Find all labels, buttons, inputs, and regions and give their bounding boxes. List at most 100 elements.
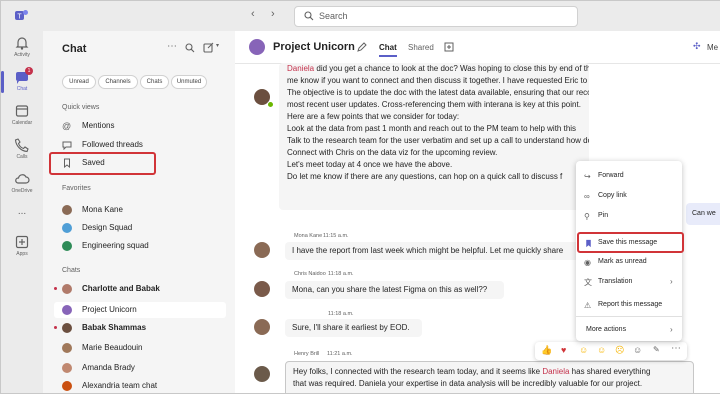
- bell-icon: [15, 37, 29, 50]
- warning-icon: ⚠: [584, 301, 592, 310]
- avatar: [254, 319, 270, 335]
- quick-view-followed-threads[interactable]: Followed threads: [54, 137, 226, 153]
- edit-icon[interactable]: ✎: [653, 345, 660, 354]
- rail-label: Calls: [16, 154, 28, 160]
- add-reaction-icon[interactable]: ☺: [633, 345, 642, 355]
- back-icon[interactable]: ‹: [251, 8, 255, 20]
- rail-label: Activity: [14, 52, 30, 58]
- search-icon: [304, 11, 314, 21]
- chat-babak-shammas[interactable]: Babak Shammas: [54, 320, 226, 336]
- translate-icon: 文: [584, 278, 592, 287]
- message-line: Look at the data from past 1 month and r…: [287, 124, 577, 133]
- avatar: [254, 242, 270, 258]
- message-bubble[interactable]: Hey folks, I connected with the research…: [285, 361, 694, 393]
- thread-icon: [62, 141, 72, 150]
- menu-item-mark-unread[interactable]: ◉ Mark as unread: [576, 253, 682, 271]
- pin-icon: ⚲: [584, 212, 590, 221]
- add-tab-icon[interactable]: [444, 42, 454, 52]
- search-input[interactable]: Search: [294, 6, 578, 27]
- menu-item-forward[interactable]: ↪ Forward: [576, 167, 682, 185]
- mention[interactable]: Daniela: [542, 367, 569, 376]
- more-icon: ...: [17, 206, 27, 217]
- tab-chat[interactable]: Chat: [379, 43, 397, 57]
- avatar: [62, 343, 72, 353]
- filter-search-icon[interactable]: [185, 43, 195, 53]
- message-time: 11:21 a.m.: [327, 351, 353, 357]
- chat-list-title: Chat: [62, 43, 87, 55]
- teams-window: T ‹ › Search Activity 1 Chat Calendar Ca…: [0, 0, 720, 394]
- forward-icon[interactable]: ›: [271, 8, 275, 20]
- message-bubble[interactable]: Daniela did you get a chance to look at …: [279, 63, 589, 210]
- chat-list-pane: Chat ⋯ ▾ Unread Channels Chats Unmuted Q…: [44, 31, 234, 393]
- message-time: 11:18 a.m.: [328, 311, 354, 317]
- filter-channels[interactable]: Channels: [98, 75, 138, 89]
- message-time: 11:18 a.m.: [328, 271, 354, 277]
- app-rail: Activity 1 Chat Calendar Calls OneDrive …: [1, 31, 43, 393]
- chat-project-unicorn[interactable]: Project Unicorn: [54, 302, 226, 318]
- title-bar: T ‹ › Search: [1, 1, 720, 31]
- menu-item-translation[interactable]: 文 Translation ›: [576, 273, 682, 291]
- chat-marie-beaudouin[interactable]: Marie Beaudouin: [54, 340, 226, 356]
- chat-amanda-brady[interactable]: Amanda Brady: [54, 360, 226, 376]
- rail-chat[interactable]: 1 Chat: [1, 67, 43, 103]
- sad-icon[interactable]: ☹: [615, 345, 624, 356]
- more-options-icon[interactable]: ⋯: [167, 41, 177, 52]
- rail-apps[interactable]: Apps: [1, 234, 43, 268]
- item-label: Followed threads: [82, 140, 143, 149]
- filter-unread[interactable]: Unread: [62, 75, 96, 89]
- header-right-label[interactable]: Me: [707, 43, 718, 52]
- avatar: [62, 305, 72, 315]
- edit-icon[interactable]: [357, 42, 367, 52]
- avatar: [62, 284, 72, 294]
- menu-item-more-actions[interactable]: More actions ›: [576, 321, 682, 339]
- calendar-icon: [15, 105, 29, 117]
- message-bubble[interactable]: Mona, can you share the latest Figma on …: [285, 281, 504, 299]
- chevron-down-icon[interactable]: ▾: [216, 42, 219, 49]
- cloud-icon: [15, 174, 30, 184]
- favorite-engineering-squad[interactable]: Engineering squad: [54, 238, 226, 254]
- unread-icon: ◉: [584, 258, 591, 267]
- conversation-header: Project Unicorn Chat Shared ✣ Me: [235, 31, 720, 64]
- filter-chats[interactable]: Chats: [140, 75, 169, 89]
- copilot-icon[interactable]: ✣: [693, 41, 701, 52]
- like-icon[interactable]: 👍: [541, 345, 552, 356]
- phone-icon: [14, 138, 29, 153]
- menu-item-pin[interactable]: ⚲ Pin: [576, 207, 682, 225]
- filter-unmuted[interactable]: Unmuted: [171, 75, 207, 89]
- avatar: [62, 205, 72, 215]
- teams-logo-icon: T: [15, 10, 28, 21]
- favorite-mona-kane[interactable]: Mona Kane: [54, 202, 226, 218]
- message-bubble[interactable]: I have the report from last week which m…: [285, 242, 592, 260]
- more-options-icon[interactable]: ⋯: [671, 343, 681, 354]
- apps-icon: [15, 235, 29, 249]
- own-message-snippet[interactable]: Can we: [686, 203, 720, 225]
- rail-onedrive[interactable]: OneDrive: [1, 171, 43, 205]
- laugh-icon[interactable]: ☺: [579, 345, 588, 355]
- message-line: most recent user updates. Cross-referenc…: [287, 100, 581, 109]
- mention[interactable]: Daniela: [287, 64, 314, 73]
- menu-item-report[interactable]: ⚠ Report this message: [576, 296, 682, 314]
- menu-item-copy-link[interactable]: ∞ Copy link: [576, 187, 682, 205]
- quick-view-mentions[interactable]: @ Mentions: [54, 118, 226, 134]
- favorite-design-squad[interactable]: Design Squad: [54, 220, 226, 236]
- item-label: Engineering squad: [82, 241, 149, 250]
- tab-shared[interactable]: Shared: [408, 43, 434, 52]
- surprised-icon[interactable]: ☺: [597, 345, 606, 355]
- heart-icon[interactable]: ♥: [561, 345, 566, 355]
- chat-alexandria-team[interactable]: Alexandria team chat: [54, 378, 226, 393]
- rail-label: Apps: [16, 251, 28, 257]
- rail-activity[interactable]: Activity: [1, 35, 43, 69]
- rail-calendar[interactable]: Calendar: [1, 103, 43, 137]
- message-line: Talk to the research team for the user v…: [287, 136, 589, 145]
- forward-icon: ↪: [584, 172, 591, 181]
- new-chat-icon[interactable]: [203, 42, 214, 53]
- message-bubble[interactable]: Sure, I'll share it earliest by EOD.: [285, 319, 422, 337]
- save-message-highlight: [577, 232, 684, 253]
- reactions-bar: 👍 ♥ ☺ ☺ ☹ ☺ ✎ ⋯: [535, 342, 687, 360]
- chat-charlotte-and-babak[interactable]: Charlotte and Babak: [54, 281, 226, 297]
- avatar: [254, 281, 270, 297]
- group-avatar: [62, 241, 72, 251]
- avatar: [62, 363, 72, 373]
- svg-text:T: T: [17, 14, 22, 21]
- rail-calls[interactable]: Calls: [1, 137, 43, 171]
